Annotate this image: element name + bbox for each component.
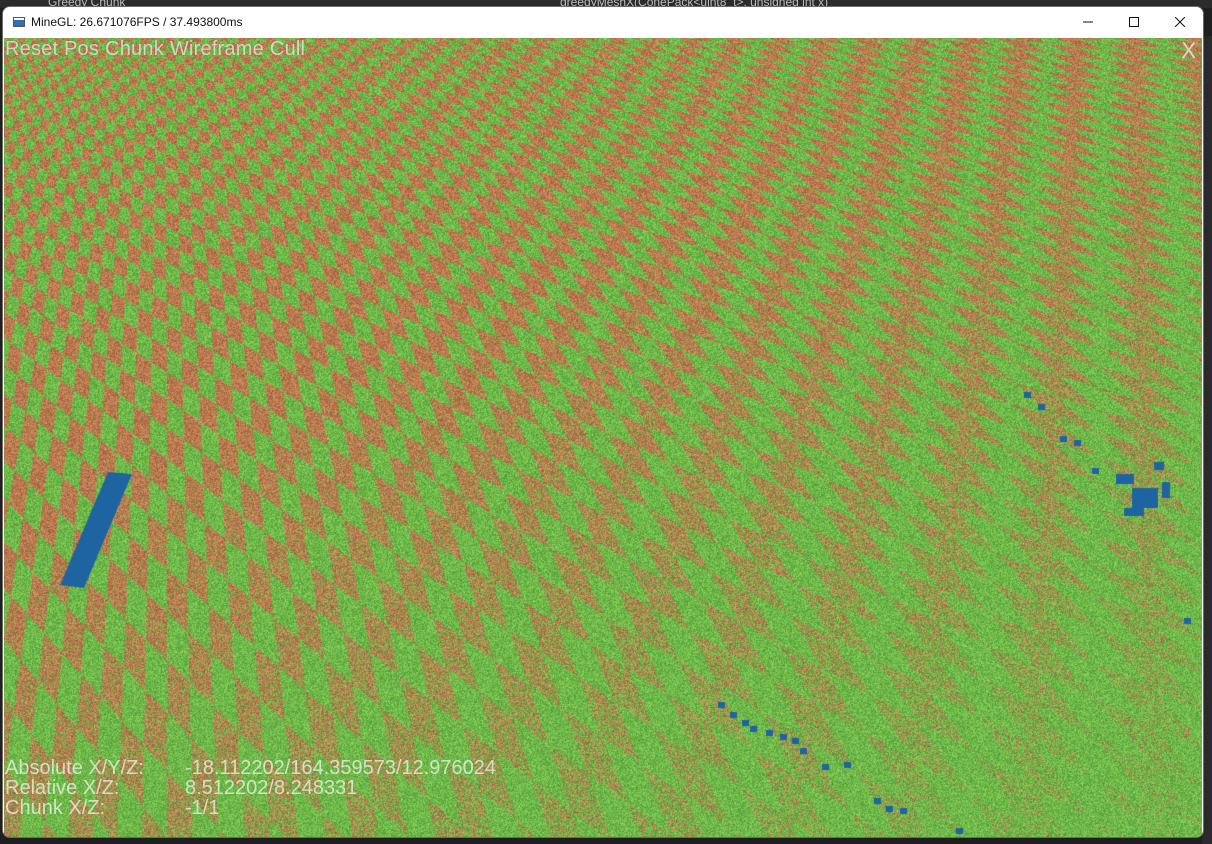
- close-icon: [1175, 17, 1185, 27]
- reset-pos-button[interactable]: Reset Pos: [5, 38, 99, 60]
- maximize-button[interactable]: [1111, 7, 1157, 37]
- hud-chunk-row: Chunk X/Z: -1/1: [5, 798, 496, 818]
- game-viewport[interactable]: Reset Pos Chunk Wireframe Cull X Absolute X…: [4, 38, 1202, 837]
- hud-relative-label: Relative X/Z:: [5, 777, 120, 799]
- minimize-icon: [1083, 21, 1093, 23]
- hud-absolute-label: Absolute X/Y/Z:: [5, 757, 144, 779]
- app-icon: [13, 17, 25, 27]
- terrain-render[interactable]: [4, 38, 1202, 837]
- app-window: MineGL: 26.671076FPS / 37.493800ms Reset…: [2, 6, 1204, 838]
- position-hud: Absolute X/Y/Z: -18.112202/164.359573/12…: [5, 758, 496, 818]
- window-controls: [1065, 7, 1203, 37]
- close-window-button[interactable]: [1157, 7, 1203, 37]
- hud-chunk-value: -1/1: [185, 797, 220, 819]
- window-title: MineGL: 26.671076FPS / 37.493800ms: [31, 15, 243, 29]
- minimize-button[interactable]: [1065, 7, 1111, 37]
- wireframe-button[interactable]: Wireframe: [170, 38, 264, 60]
- cull-button[interactable]: Cull: [270, 38, 305, 60]
- debug-menu: Reset Pos Chunk Wireframe Cull: [5, 38, 311, 61]
- chunk-button[interactable]: Chunk: [105, 38, 164, 60]
- hud-absolute-value: -18.112202/164.359573/12.976024: [185, 757, 497, 779]
- maximize-icon: [1129, 17, 1139, 27]
- hud-absolute-row: Absolute X/Y/Z: -18.112202/164.359573/12…: [5, 758, 496, 778]
- hud-relative-value: 8.512202/8.248331: [185, 777, 358, 799]
- overlay-close-button[interactable]: X: [1181, 38, 1196, 64]
- hud-chunk-label: Chunk X/Z:: [5, 797, 106, 819]
- title-bar[interactable]: MineGL: 26.671076FPS / 37.493800ms: [3, 7, 1203, 37]
- hud-relative-row: Relative X/Z: 8.512202/8.248331: [5, 778, 496, 798]
